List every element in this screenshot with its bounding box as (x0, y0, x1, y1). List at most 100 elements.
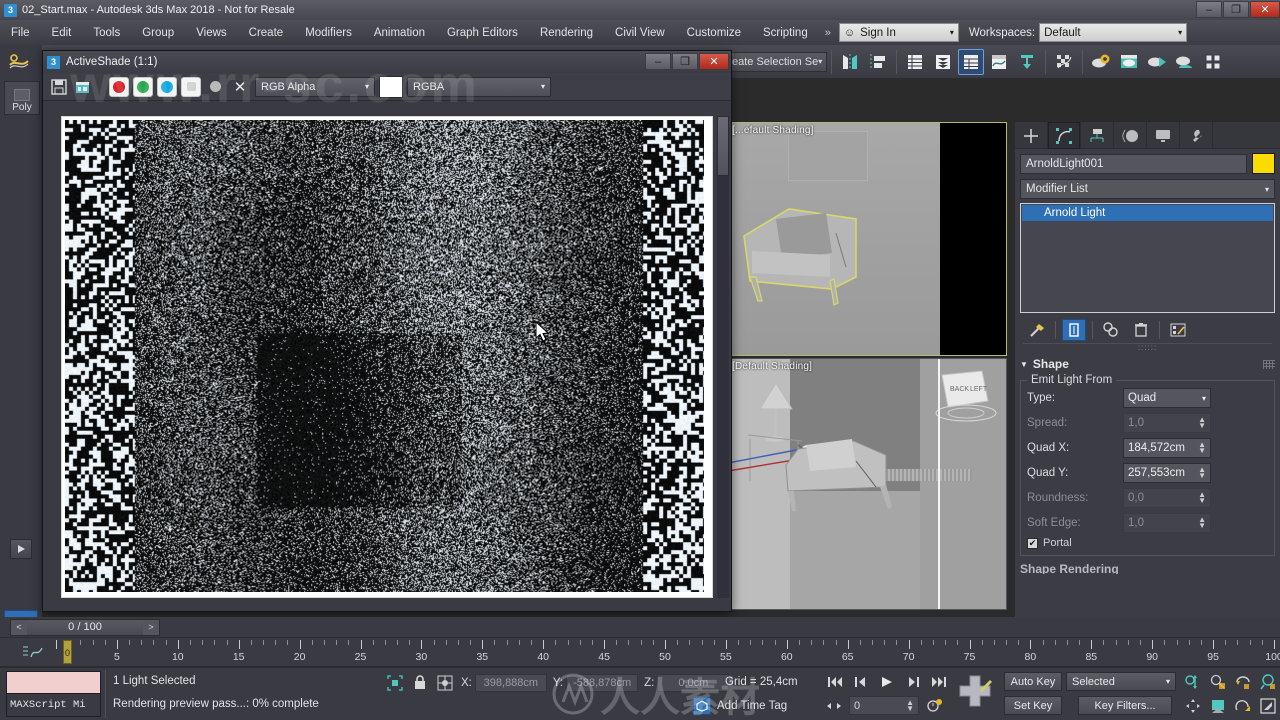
set-key-icon[interactable] (955, 670, 997, 714)
menu-civil-view[interactable]: Civil View (604, 24, 676, 42)
schematic-view-icon[interactable] (1014, 49, 1040, 75)
portal-checkbox[interactable]: ✔ (1027, 538, 1038, 549)
menu-tools[interactable]: Tools (82, 24, 131, 42)
viewport-perspective[interactable]: [...efault Shading] (727, 122, 1007, 356)
current-frame-input[interactable]: 0 ▲ ▼ (849, 696, 919, 715)
type-dropdown[interactable]: Quad ▾ (1123, 388, 1211, 408)
curve-editor-icon[interactable] (22, 644, 44, 663)
hierarchy-tab[interactable] (1081, 122, 1114, 149)
channel-dropdown[interactable]: RGBA ▾ (407, 77, 551, 97)
render-frame-grid-icon[interactable] (1200, 49, 1226, 75)
selection-lock-icon[interactable] (385, 673, 405, 693)
minimize-button[interactable]: – (1196, 1, 1222, 18)
scrollbar-thumb[interactable] (717, 116, 729, 176)
viewport-front[interactable]: [Default Shading] BACK LEFT (727, 358, 1007, 610)
clone-render-icon[interactable] (73, 77, 93, 97)
ribbon-icon[interactable] (8, 53, 30, 74)
display-tab[interactable] (1147, 122, 1180, 149)
menu-scripting[interactable]: Scripting (752, 24, 819, 42)
modifier-stack[interactable]: Arnold Light (1020, 203, 1275, 313)
activeshade-scrollbar[interactable] (717, 116, 729, 598)
zoom-region-icon[interactable] (1255, 670, 1280, 694)
field-of-view-icon[interactable] (1230, 694, 1255, 718)
render-setup-icon[interactable] (1088, 49, 1114, 75)
layer-dropdown[interactable]: RGB Alpha ▾ (255, 77, 375, 97)
coord-z[interactable]: Z: 0,0cm (644, 674, 729, 692)
pin-stack-icon[interactable] (1025, 319, 1049, 341)
alpha-channel-icon[interactable] (181, 77, 201, 97)
show-end-result-icon[interactable] (1062, 319, 1086, 341)
maximize-button[interactable]: ❐ (1223, 1, 1249, 18)
viewcube[interactable]: BACK LEFT (926, 365, 998, 425)
create-tab[interactable] (1015, 122, 1048, 149)
spinner-arrows-icon[interactable]: ▲ ▼ (1198, 467, 1206, 479)
modifier-stack-item[interactable]: Arnold Light (1022, 205, 1273, 221)
menu-rendering[interactable]: Rendering (529, 24, 604, 42)
modify-tab[interactable] (1048, 122, 1081, 149)
curve-editor-icon[interactable] (986, 49, 1012, 75)
time-configuration-icon[interactable] (924, 698, 944, 714)
menu-views[interactable]: Views (185, 24, 237, 42)
zoom-icon[interactable] (1180, 670, 1205, 694)
layer-explorer-icon[interactable] (902, 49, 928, 75)
activeshade-close-button[interactable]: ✕ (699, 53, 729, 70)
background-color-swatch[interactable] (379, 76, 403, 98)
maximize-viewport-icon[interactable] (1255, 694, 1280, 718)
previous-frame-button[interactable]: < (11, 620, 27, 635)
menu-create[interactable]: Create (238, 24, 295, 42)
close-button[interactable]: ✕ (1250, 1, 1280, 18)
coord-x[interactable]: X: 398,888cm (461, 674, 547, 692)
pan-icon[interactable] (1180, 694, 1205, 718)
utilities-tab[interactable] (1180, 122, 1213, 149)
configure-sets-icon[interactable] (1166, 319, 1190, 341)
shape-rollout-header[interactable]: ▼ Shape (1020, 355, 1275, 373)
maxscript-input-pink[interactable] (7, 672, 100, 694)
shape-rendering-rollout-header[interactable]: Shape Rendering (1020, 562, 1275, 574)
next-frame-button[interactable]: > (143, 620, 159, 635)
panel-resize-grip[interactable]: :::::: (1023, 343, 1272, 351)
object-name-field[interactable]: ArnoldLight001 (1020, 154, 1247, 174)
time-playhead[interactable]: 0 (63, 640, 72, 664)
activeshade-minimize-button[interactable]: – (645, 53, 671, 70)
portal-checkbox-row[interactable]: ✔ Portal (1027, 537, 1268, 549)
make-unique-icon[interactable] (1099, 319, 1123, 341)
menu-graph-editors[interactable]: Graph Editors (436, 24, 529, 42)
quad-x-spinner[interactable]: 184,572cm ▲ ▼ (1123, 438, 1211, 458)
save-icon[interactable] (49, 77, 69, 97)
render-production-icon[interactable] (1144, 49, 1170, 75)
key-selection-dropdown[interactable]: Selected ▾ (1066, 672, 1176, 691)
auto-key-button[interactable]: Auto Key (1004, 672, 1062, 691)
mono-channel-icon[interactable] (205, 77, 225, 97)
zoom-all-icon[interactable] (1205, 670, 1230, 694)
zoom-extents-icon[interactable] (1230, 670, 1255, 694)
scene-explorer-icon[interactable] (958, 49, 984, 75)
absolute-relative-icon[interactable] (435, 673, 455, 693)
workspace-selector[interactable]: Default ▾ (1039, 23, 1187, 42)
key-mode-toggle-icon[interactable] (824, 700, 844, 712)
lock-selection-icon[interactable] (411, 673, 429, 693)
menu-group[interactable]: Group (131, 24, 185, 42)
time-slider[interactable]: < 0 / 100 > (10, 619, 160, 636)
key-filters-button[interactable]: Key Filters... (1078, 696, 1172, 715)
motion-tab[interactable] (1114, 122, 1147, 149)
menu-animation[interactable]: Animation (363, 24, 436, 42)
coord-y[interactable]: Y: -588,878cm (553, 674, 638, 692)
set-key-button[interactable]: Set Key (1004, 696, 1062, 715)
add-time-tag[interactable]: Add Time Tag (693, 697, 787, 715)
rendered-frame-window-icon[interactable] (1116, 49, 1142, 75)
play-icon[interactable] (10, 539, 32, 559)
activeshade-window[interactable]: 3 ActiveShade (1:1) – ❐ ✕ ✕ RGB Alpha ▾ … (42, 50, 732, 612)
next-frame-icon[interactable] (902, 672, 924, 692)
menu-modifiers[interactable]: Modifiers (294, 24, 363, 42)
poly-modeling-chip[interactable]: Poly (4, 81, 40, 115)
maxscript-mini-listener[interactable]: MAXScript Mi (6, 671, 101, 717)
activeshade-maximize-button[interactable]: ❐ (672, 53, 698, 70)
object-color-swatch[interactable] (1252, 153, 1275, 174)
red-channel-icon[interactable] (109, 77, 129, 97)
align-icon[interactable] (865, 49, 891, 75)
layer-manager-icon[interactable] (930, 49, 956, 75)
activeshade-render-canvas[interactable] (61, 116, 713, 598)
quad-y-spinner[interactable]: 257,553cm ▲ ▼ (1123, 463, 1211, 483)
menu-overflow-icon[interactable]: » (819, 27, 837, 39)
named-selection-set-input[interactable]: eate Selection Se ▾ (727, 52, 827, 72)
